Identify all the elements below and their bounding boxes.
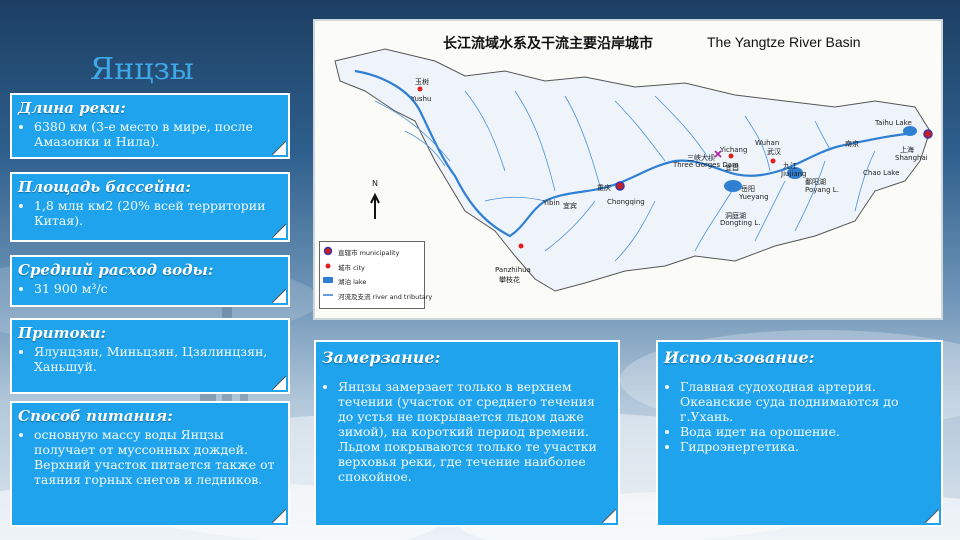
legend-municipality: 直辖市 municipality xyxy=(338,249,400,257)
page-curl-icon xyxy=(272,376,286,390)
panel-heading: Длина реки: xyxy=(18,99,126,117)
city-label-wuhan: 武汉 xyxy=(767,148,781,156)
panel-item: 1,8 млн км2 (20% всей территории Китая). xyxy=(34,198,282,228)
city-label-yichang-en: Yichang xyxy=(720,146,748,154)
map-title-english: The Yangtze River Basin xyxy=(707,34,861,50)
page-curl-icon xyxy=(272,224,286,238)
panel-item: Вода идет на орошение. xyxy=(680,424,935,439)
panel-item: основную массу воды Янцзы получает от му… xyxy=(34,427,282,487)
page-curl-icon xyxy=(602,509,616,523)
city-label-chongqing: 重庆 xyxy=(597,184,611,192)
city-label-yushu: 玉树 xyxy=(415,78,429,86)
panel-item: Гидроэнергетика. xyxy=(680,439,935,454)
north-arrow-icon xyxy=(370,192,380,219)
city-label-jiujiang-en: Jiujiang xyxy=(781,170,807,178)
river-length-panel: Длина реки: 6380 км (3-е место в мире, п… xyxy=(10,93,290,159)
panel-item: Главная судоходная артерия. Океанские су… xyxy=(680,379,935,424)
yichang-marker xyxy=(728,153,734,159)
panel-heading: Средний расход воды: xyxy=(18,261,214,279)
city-label-yushu-en: Yushu xyxy=(411,95,432,103)
city-label-yibin: 宜宾 xyxy=(563,202,577,210)
panzhihua-marker xyxy=(518,243,524,249)
feeding-panel: Способ питания: основную массу воды Янцз… xyxy=(10,401,290,527)
city-label-panzhihua: 攀枝花 xyxy=(499,276,520,284)
panel-heading: Притоки: xyxy=(18,324,107,342)
city-label-yibin-en: Yibin xyxy=(543,199,560,207)
shanghai-marker xyxy=(923,129,933,139)
panel-heading: Использование: xyxy=(664,348,815,367)
legend-city: 城市 city xyxy=(338,264,365,272)
city-label-chongqing-en: Chongqing xyxy=(607,198,645,206)
city-label-wuhan-en: Wuhan xyxy=(755,139,780,147)
panel-heading: Способ питания: xyxy=(18,407,173,425)
panel-heading: Площадь бассейна: xyxy=(18,178,191,196)
map-title-chinese: 长江流域水系及干流主要沿岸城市 xyxy=(443,36,653,52)
north-label: N xyxy=(372,179,378,188)
page-curl-icon xyxy=(272,289,286,303)
legend-lake: 湖泊 lake xyxy=(338,278,367,286)
chongqing-marker xyxy=(615,181,625,191)
legend-river: 河流及支流 river and tributary xyxy=(338,293,433,301)
freezing-panel: Замерзание: Янцзы замерзает только в вер… xyxy=(314,340,620,527)
page-curl-icon xyxy=(925,509,939,523)
city-label-panzhihua-en: Panzhihua xyxy=(495,266,531,274)
chaohu-label: Chao Lake xyxy=(863,169,900,177)
usage-panel: Использование: Главная судоходная артери… xyxy=(656,340,943,527)
panel-item: 6380 км (3-е место в мире, после Амазонк… xyxy=(34,119,282,149)
poyang-label-en: Poyang L. xyxy=(805,186,839,194)
slide-title: Янцзы xyxy=(90,52,194,87)
yangtze-basin-map: 长江流域水系及干流主要沿岸城市 The Yangtze River Basin … xyxy=(313,19,943,320)
dongting-lake xyxy=(724,180,742,192)
three-gorges-label-en: Three Gorges Dam xyxy=(673,161,739,169)
page-curl-icon xyxy=(272,141,286,155)
city-label-yueyang-en: Yueyang xyxy=(739,193,769,201)
yushu-marker xyxy=(417,86,423,92)
city-label-nanjing: 南京 xyxy=(845,140,859,148)
tributaries-panel: Притоки: Ялунцзян, Миньцзян, Цзялинцзян,… xyxy=(10,318,290,394)
map-legend: 直辖市 municipality 城市 city 湖泊 lake 河流及支流 r… xyxy=(319,241,432,309)
panel-item: Ялунцзян, Миньцзян, Цзялинцзян, Ханьшуй. xyxy=(34,344,282,374)
wuhan-marker xyxy=(770,158,776,164)
taihu-label: Taihu Lake xyxy=(875,119,912,127)
taihu-lake xyxy=(903,126,917,136)
dongting-label-en: Dongting L. xyxy=(720,219,761,227)
city-label-shanghai-en: Shanghai xyxy=(895,154,928,162)
page-curl-icon xyxy=(272,509,286,523)
panel-heading: Замерзание: xyxy=(322,348,441,367)
basin-area-panel: Площадь бассейна: 1,8 млн км2 (20% всей … xyxy=(10,172,290,242)
panel-item: 31 900 м³/с xyxy=(34,281,282,296)
water-flow-panel: Средний расход воды: 31 900 м³/с xyxy=(10,255,290,307)
panel-item: Янцзы замерзает только в верхнем течении… xyxy=(338,379,612,484)
